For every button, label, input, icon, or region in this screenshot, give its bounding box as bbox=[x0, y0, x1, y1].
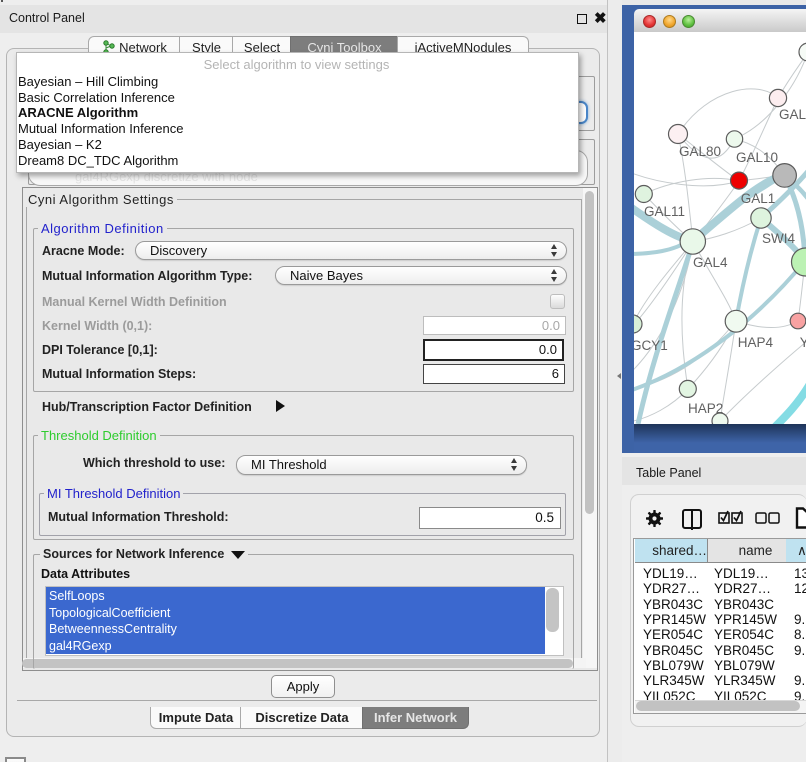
svg-text:GAL1: GAL1 bbox=[741, 191, 776, 206]
svg-text:GAL11: GAL11 bbox=[644, 204, 685, 219]
svg-text:HAP2: HAP2 bbox=[688, 401, 723, 416]
svg-text:GAL7: GAL7 bbox=[779, 107, 806, 122]
svg-text:SWI4: SWI4 bbox=[762, 231, 795, 246]
svg-text:GCY1: GCY1 bbox=[634, 338, 668, 353]
svg-text:GAL4: GAL4 bbox=[693, 255, 728, 270]
svg-text:HAP4: HAP4 bbox=[738, 335, 774, 350]
svg-text:GAL80: GAL80 bbox=[679, 144, 721, 159]
svg-text:GAL10: GAL10 bbox=[736, 150, 778, 165]
svg-text:Y: Y bbox=[800, 335, 806, 350]
